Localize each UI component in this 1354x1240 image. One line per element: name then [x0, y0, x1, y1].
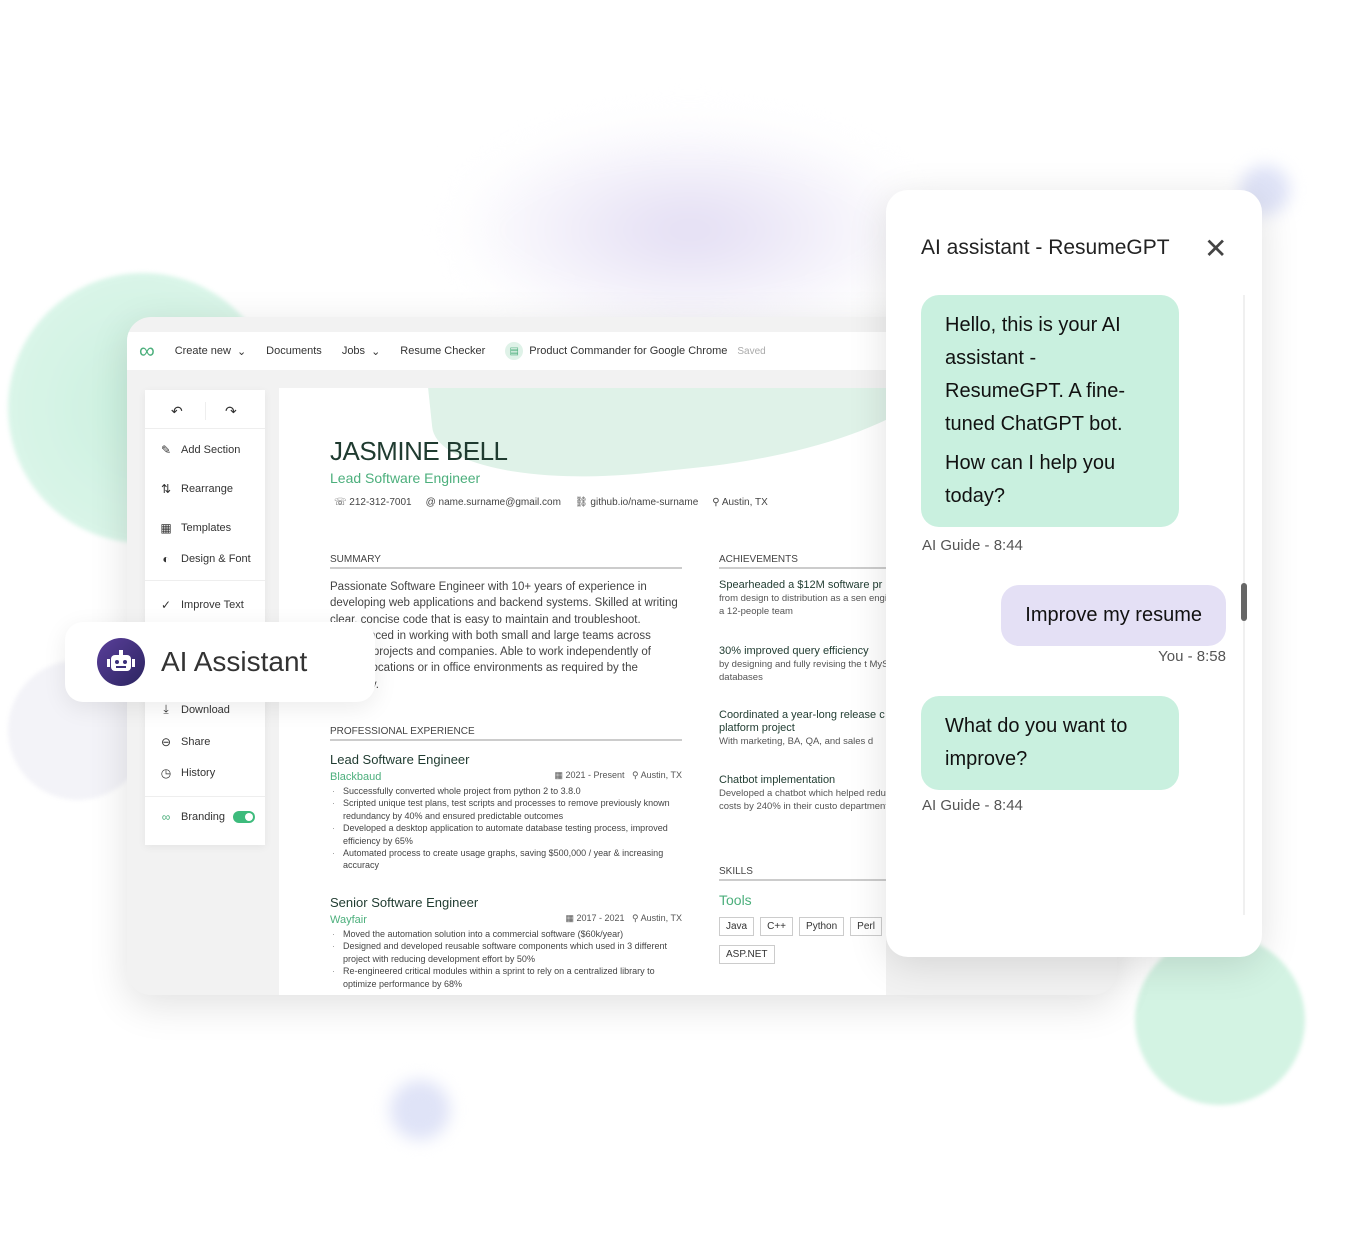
- job-bullet: Designed and developed reusable software…: [330, 940, 682, 965]
- calendar-icon: ▦: [565, 913, 574, 923]
- achievement-item[interactable]: Chatbot implementation Developed a chatbo…: [719, 774, 886, 813]
- job-meta: ▦ 2017 - 2021 ⚲ Austin, TX: [565, 913, 682, 923]
- location-icon: ⚲: [632, 770, 639, 780]
- job-bullet: Re-engineered critical modules within a …: [330, 965, 682, 990]
- nav-documents[interactable]: Documents: [266, 345, 322, 357]
- nav-create-new[interactable]: Create new ⌄: [175, 345, 246, 358]
- experience-entry[interactable]: Lead Software Engineer Blackbaud ▦ 2021 - …: [330, 752, 682, 872]
- resume-name[interactable]: JASMINE BELL: [330, 436, 508, 467]
- sidebar-item-download[interactable]: ⤓ Download: [159, 702, 230, 717]
- sidebar-item-branding: ∞ Branding: [159, 810, 256, 824]
- editor-sidebar: ↶ ↷ ✎ Add Section ⇅ Rearrange ▦ Templates ◐…: [145, 390, 265, 845]
- logo-icon[interactable]: ∞: [139, 338, 155, 364]
- check-circle-icon: ✓: [160, 598, 172, 612]
- skill-tag[interactable]: Java: [719, 917, 755, 936]
- link-icon: ⊖: [160, 735, 172, 749]
- skill-tag[interactable]: C++: [760, 917, 794, 936]
- sidebar-item-rearrange[interactable]: ⇅ Rearrange: [159, 482, 233, 496]
- decor-green-circle: [1135, 935, 1305, 1105]
- document-icon: ▤: [505, 342, 524, 360]
- template-icon: ▦: [160, 521, 172, 535]
- ai-chat-panel: AI assistant - ResumeGPT ✕ Hello, this i…: [886, 190, 1262, 957]
- document-title[interactable]: ▤ Product Commander for Google Chrome Save…: [505, 342, 766, 360]
- message-meta: You - 8:58: [1158, 648, 1226, 665]
- job-meta: ▦ 2021 - Present ⚲ Austin, TX: [554, 770, 682, 780]
- achievement-title: Coordinated a year-long release c platfo…: [719, 709, 885, 734]
- chat-message-user: Improve my resume: [1001, 585, 1226, 646]
- job-bullet: Scripted unique test plans, test scripts…: [330, 797, 682, 822]
- skill-tag[interactable]: ASP.NET: [719, 945, 775, 964]
- robot-icon: [97, 638, 145, 686]
- chevron-down-icon: ⌄: [371, 345, 381, 358]
- rearrange-icon: ⇅: [160, 482, 172, 496]
- skill-tag[interactable]: Python: [799, 917, 845, 936]
- job-title: Senior Software Engineer: [330, 895, 479, 910]
- close-icon[interactable]: ✕: [1204, 232, 1227, 265]
- chat-message-ai: Hello, this is your AI assistant - Resum…: [921, 295, 1179, 527]
- contact-location[interactable]: ⚲ Austin, TX: [712, 497, 768, 508]
- achievement-item[interactable]: Spearheaded a $12M software pr from desig…: [719, 579, 886, 618]
- logo-icon: ∞: [161, 810, 171, 824]
- sidebar-item-history[interactable]: ◷ History: [159, 766, 215, 780]
- achievement-text: Developed a chatbot which helped reduce …: [719, 788, 886, 812]
- contact-email[interactable]: @ name.surname@gmail.com: [426, 497, 561, 508]
- achievement-title: Chatbot implementation: [719, 774, 836, 786]
- redo-icon[interactable]: ↷: [225, 403, 237, 420]
- saved-status: Saved: [737, 345, 766, 357]
- achievement-title: Spearheaded a $12M software pr: [719, 579, 883, 591]
- edit-icon: ✎: [160, 443, 172, 457]
- clock-icon: ◷: [160, 766, 172, 780]
- location-icon: ⚲: [632, 913, 639, 923]
- achievement-title: 30% improved query efficiency: [719, 645, 869, 657]
- job-title: Lead Software Engineer: [330, 752, 470, 767]
- decor-purple-glow: [450, 120, 930, 340]
- message-meta: AI Guide - 8:44: [922, 797, 1023, 814]
- resume-role[interactable]: Lead Software Engineer: [330, 470, 480, 486]
- achievement-text: by designing and fully revising the t My…: [719, 659, 886, 683]
- skill-tag[interactable]: Perl: [850, 917, 882, 936]
- chat-scrollbar[interactable]: [1241, 295, 1247, 915]
- decor-blue-circle: [390, 1080, 450, 1140]
- top-nav: ∞ Create new ⌄ Documents Jobs ⌄ Resume Che…: [127, 332, 887, 370]
- section-skills-title: SKILLS: [719, 866, 886, 881]
- sidebar-item-design-font[interactable]: ◐ Design & Font: [159, 552, 250, 566]
- summary-text[interactable]: Passionate Software Engineer with 10+ ye…: [330, 579, 682, 693]
- contact-phone[interactable]: ☏ 212-312-7001: [334, 497, 412, 508]
- resume-contacts: ☏ 212-312-7001 @ name.surname@gmail.com …: [334, 497, 768, 508]
- tools-title: Tools: [719, 892, 752, 908]
- sidebar-item-add-section[interactable]: ✎ Add Section: [159, 443, 240, 457]
- job-bullet: Automated process to create usage graphs…: [330, 847, 682, 872]
- nav-resume-checker[interactable]: Resume Checker: [400, 345, 485, 357]
- ai-assistant-label: AI Assistant: [161, 646, 308, 677]
- download-icon: ⤓: [163, 702, 169, 716]
- ai-assistant-button[interactable]: AI Assistant: [65, 622, 375, 702]
- chat-title: AI assistant - ResumeGPT: [921, 236, 1170, 259]
- section-summary-title: SUMMARY: [330, 554, 682, 569]
- sidebar-item-improve-text[interactable]: ✓ Improve Text: [159, 598, 244, 612]
- contrast-icon: ◐: [162, 552, 170, 566]
- sidebar-item-templates[interactable]: ▦ Templates: [159, 521, 231, 535]
- contact-github[interactable]: ⛓ github.io/name-surname: [575, 497, 698, 508]
- achievement-text: With marketing, BA, QA, and sales d: [719, 736, 874, 747]
- achievement-text: from design to distribution as a sen eng…: [719, 593, 886, 617]
- chat-message-ai: What do you want to improve?: [921, 696, 1179, 790]
- calendar-icon: ▦: [554, 770, 563, 780]
- job-bullet: Developed a desktop application to autom…: [330, 822, 682, 847]
- section-achievements-title: ACHIEVEMENTS: [719, 554, 886, 569]
- section-experience-title: PROFESSIONAL EXPERIENCE: [330, 726, 682, 741]
- sidebar-item-share[interactable]: ⊖ Share: [159, 735, 210, 749]
- achievement-item[interactable]: Coordinated a year-long release c platfo…: [719, 709, 886, 748]
- chevron-down-icon: ⌄: [236, 345, 247, 358]
- job-bullet: Successfully converted whole project fro…: [330, 785, 682, 798]
- job-bullet: Moved the automation solution into a com…: [330, 928, 682, 941]
- nav-jobs[interactable]: Jobs ⌄: [342, 345, 380, 358]
- experience-entry[interactable]: Senior Software Engineer Wayfair ▦ 2017 - …: [330, 895, 682, 990]
- branding-toggle[interactable]: [233, 811, 256, 823]
- achievement-item[interactable]: 30% improved query efficiency by designin…: [719, 645, 886, 684]
- undo-icon[interactable]: ↶: [171, 403, 183, 420]
- message-meta: AI Guide - 8:44: [922, 537, 1023, 554]
